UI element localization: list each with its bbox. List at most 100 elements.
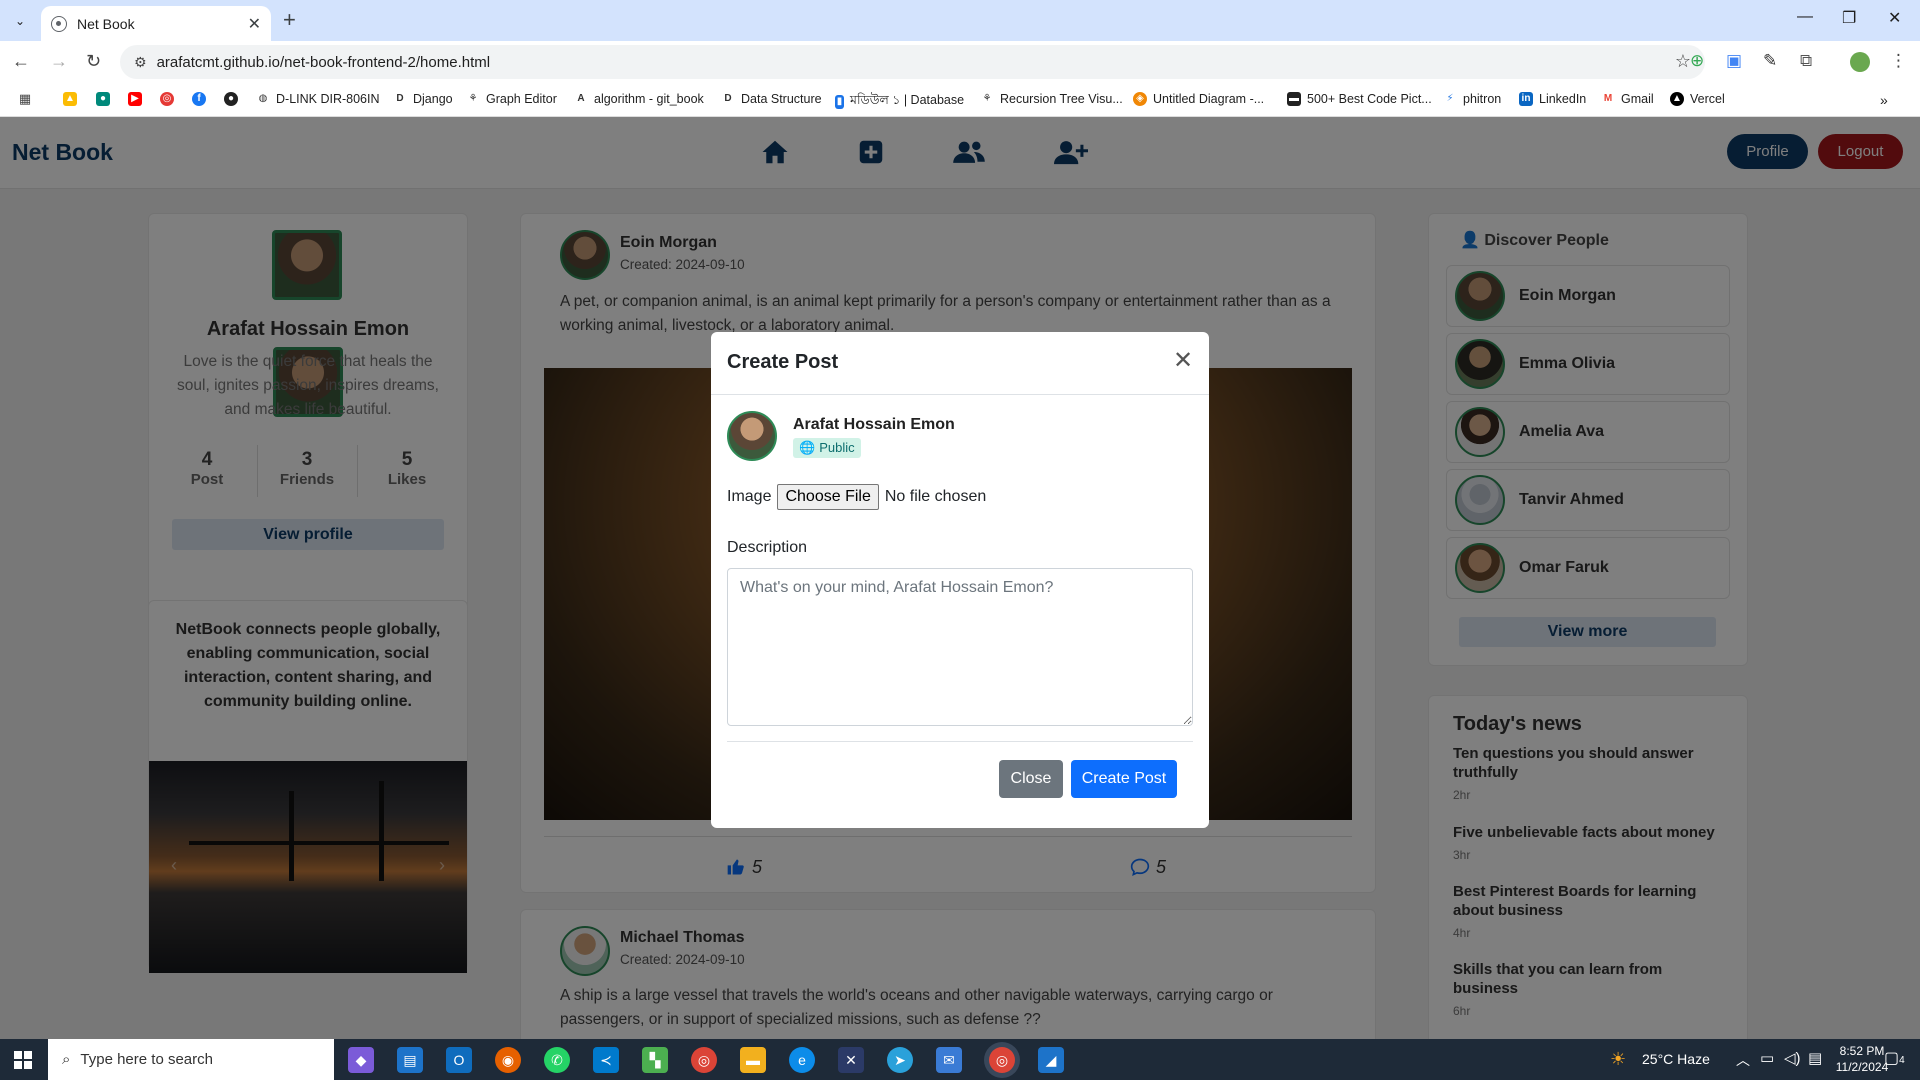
back-icon[interactable]: ← <box>12 51 30 72</box>
firefox-icon[interactable]: ◉ <box>495 1047 521 1073</box>
weather-icon: ☀ <box>1610 1049 1627 1069</box>
taskbar-search[interactable]: ⌕ Type here to search <box>48 1039 334 1080</box>
description-label: Description <box>727 539 808 556</box>
extensions-puzzle-icon[interactable]: ⧉ <box>1800 51 1812 71</box>
tab-search-chevron-icon[interactable]: ⌄ <box>8 10 32 32</box>
volume-icon[interactable]: ◁) <box>1784 1049 1801 1067</box>
file-status: No file chosen <box>884 488 987 505</box>
url-text: arafatcmt.github.io/net-book-frontend-2/… <box>156 53 491 71</box>
choose-file-button[interactable]: Choose File <box>777 484 879 510</box>
bookmark-recursion[interactable]: ⚘ Recursion Tree Visu... <box>980 92 1123 106</box>
bookmark-label: Gmail <box>1621 92 1654 106</box>
translate-icon[interactable]: ▣ <box>1726 51 1742 71</box>
globe-icon: 🌐 <box>799 440 816 455</box>
telegram-icon[interactable]: ➤ <box>887 1047 913 1073</box>
bookmark-algorithm[interactable]: Aalgorithm - git_book <box>574 92 704 106</box>
forward-icon[interactable]: → <box>50 51 68 72</box>
notification-center-icon[interactable]: ▢4 <box>1884 1048 1905 1068</box>
app-icon[interactable]: ◎ <box>160 92 174 106</box>
weather-text[interactable]: 25°C Haze <box>1642 1051 1710 1067</box>
close-icon[interactable]: ✕ <box>1173 349 1193 373</box>
copilot-icon[interactable]: ◆ <box>348 1047 374 1073</box>
search-icon: ⌕ <box>62 1051 71 1068</box>
bookmark-star-icon[interactable]: ☆ <box>1675 51 1691 72</box>
browser-tab-strip: ⌄ Net Book ✕ + — ❐ ✕ <box>0 0 1920 41</box>
new-tab-icon[interactable]: + <box>283 7 296 33</box>
browser-tab[interactable]: Net Book ✕ <box>41 6 271 41</box>
meet-icon[interactable]: ● <box>96 92 110 106</box>
drive-icon[interactable]: ▲ <box>63 92 77 106</box>
clock[interactable]: 8:52 PM 11/2/2024 <box>1832 1043 1892 1075</box>
modal-title: Create Post <box>727 351 839 373</box>
eyedropper-icon[interactable]: ✎ <box>1763 51 1777 71</box>
bookmark-label: 500+ Best Code Pict... <box>1307 92 1432 106</box>
app-grid-icon[interactable]: ▚ <box>642 1047 668 1073</box>
bookmark-label: Untitled Diagram -... <box>1153 92 1265 106</box>
restore-icon[interactable]: ❐ <box>1842 8 1856 28</box>
network-icon[interactable]: ▭ <box>1760 1049 1774 1067</box>
bookmark-label: Data Structure <box>741 92 822 106</box>
bookmark-django[interactable]: D Django <box>393 92 453 106</box>
bookmark-label: Django <box>413 92 453 106</box>
windows-start-icon[interactable] <box>14 1051 32 1069</box>
visibility-badge[interactable]: 🌐 Public <box>793 438 861 458</box>
bookmark-label: D-LINK DIR-806IN <box>276 92 380 106</box>
edge-icon[interactable]: e <box>789 1047 815 1073</box>
file-explorer-icon[interactable]: ▬ <box>740 1047 766 1073</box>
bookmark-diagram[interactable]: ◈ Untitled Diagram -... <box>1133 92 1264 106</box>
minimize-icon[interactable]: — <box>1797 8 1813 26</box>
menu-kebab-icon[interactable]: ⋮ <box>1890 51 1907 71</box>
youtube-icon[interactable]: ▶ <box>128 92 142 106</box>
facebook-icon[interactable]: f <box>192 92 206 106</box>
modal-user-avatar <box>727 411 777 461</box>
bookmark-graph-editor[interactable]: ⚘ Graph Editor <box>466 92 557 106</box>
bookmark-label: algorithm - git_book <box>594 92 704 106</box>
language-icon[interactable]: ▤ <box>1808 1049 1822 1067</box>
bookmark-data-structure[interactable]: D Data Structure <box>721 92 822 106</box>
store-icon[interactable]: ▤ <box>397 1047 423 1073</box>
whatsapp-icon[interactable]: ✆ <box>544 1047 570 1073</box>
show-hidden-icons[interactable]: ︿ <box>1736 1050 1750 1070</box>
create-post-modal: Create Post ✕ Arafat Hossain Emon 🌐 Publi… <box>711 332 1209 828</box>
apps-grid-icon[interactable]: ▦ <box>18 92 32 106</box>
bookmark-dlink[interactable]: ◍ D-LINK DIR-806IN <box>256 92 380 106</box>
vscode-icon[interactable]: ≺ <box>593 1047 619 1073</box>
close-window-icon[interactable]: ✕ <box>1888 8 1901 28</box>
bookmark-label: Graph Editor <box>486 92 557 106</box>
app-icon[interactable]: ✕ <box>838 1047 864 1073</box>
bookmark-gmail[interactable]: M Gmail <box>1601 92 1654 106</box>
reload-icon[interactable]: ↻ <box>86 51 101 72</box>
bookmark-label: Vercel <box>1690 92 1725 106</box>
modal-user-name: Arafat Hossain Emon <box>793 416 955 433</box>
create-post-button[interactable]: Create Post <box>1071 760 1177 798</box>
chrome-active-icon[interactable]: ◎ <box>989 1047 1015 1073</box>
bookmark-database[interactable]: ▮ মডিউল ১ | Database <box>835 92 964 112</box>
account-avatar[interactable] <box>1850 52 1870 72</box>
site-info-icon[interactable]: ⚙ <box>134 54 147 71</box>
mail-icon[interactable]: ✉ <box>936 1047 962 1073</box>
app-icon[interactable]: ◢ <box>1038 1047 1064 1073</box>
extension-plus-icon[interactable]: ⊕ <box>1690 51 1704 71</box>
chrome-icon[interactable]: ◎ <box>691 1047 717 1073</box>
bookmark-phitron[interactable]: ⚡ phitron <box>1443 92 1501 106</box>
description-textarea[interactable] <box>727 568 1193 726</box>
windows-taskbar: ⌕ Type here to search ◆ ▤ O ◉ ✆ ≺ ▚ ◎ ▬ … <box>0 1039 1920 1080</box>
github-icon[interactable]: ● <box>224 92 238 106</box>
address-bar-row: ← → ↻ ⚙ arafatcmt.github.io/net-book-fro… <box>0 41 1920 83</box>
globe-icon <box>51 15 67 32</box>
url-field[interactable]: ⚙ arafatcmt.github.io/net-book-frontend-… <box>120 45 1705 79</box>
clock-time: 8:52 PM <box>1839 1044 1885 1058</box>
bookmark-linkedin[interactable]: in LinkedIn <box>1519 92 1586 106</box>
clock-date: 11/2/2024 <box>1835 1060 1889 1074</box>
close-tab-icon[interactable]: ✕ <box>248 14 261 34</box>
more-bookmarks-icon[interactable]: » <box>1880 92 1888 108</box>
bookmark-vercel[interactable]: ▲ Vercel <box>1670 92 1725 106</box>
bookmark-code-pictures[interactable]: ▬ 500+ Best Code Pict... <box>1287 92 1432 106</box>
close-button[interactable]: Close <box>999 760 1063 798</box>
bookmarks-bar: ▦ ▲ ● ▶ ◎ f ● ◍ D-LINK DIR-806IN D Django … <box>0 83 1920 117</box>
bookmark-label: phitron <box>1463 92 1502 106</box>
outlook-icon[interactable]: O <box>446 1047 472 1073</box>
bookmark-label: মডিউল ১ | Database <box>850 93 965 107</box>
modal-header: Create Post ✕ <box>711 332 1209 395</box>
bookmark-label: Recursion Tree Visu... <box>1000 92 1123 106</box>
